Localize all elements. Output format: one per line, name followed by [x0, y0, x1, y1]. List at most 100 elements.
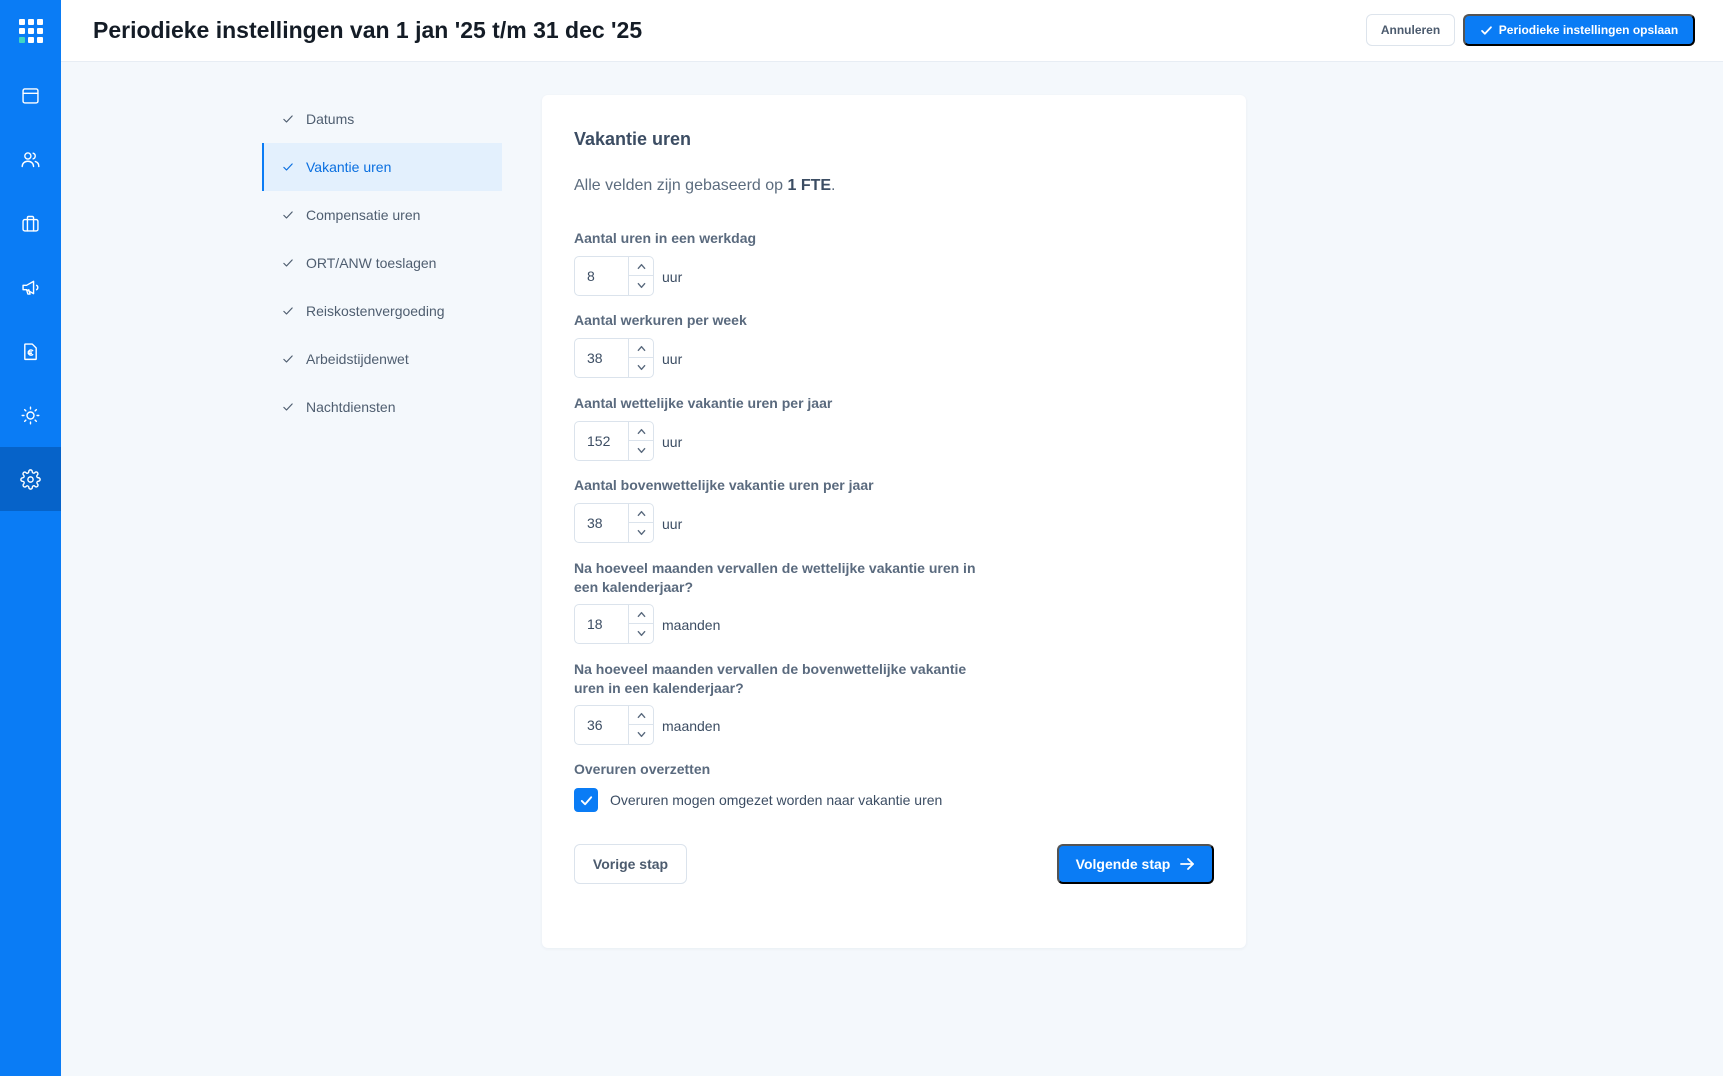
field-label-overuren: Overuren overzetten — [574, 761, 711, 777]
field-label-bovenwettelijke-vakantie-uren: Aantal bovenwettelijke vakantie uren per… — [574, 477, 874, 493]
step-label: ORT/ANW toeslagen — [306, 255, 437, 271]
grid-logo-icon — [18, 18, 43, 43]
stepper-arrows — [628, 339, 653, 377]
page-header: Periodieke instellingen van 1 jan '25 t/… — [61, 0, 1723, 62]
increment-button[interactable] — [629, 422, 653, 441]
step-ort-anw-toeslagen[interactable]: ORT/ANW toeslagen — [262, 239, 502, 287]
increment-button[interactable] — [629, 339, 653, 358]
subtitle-suffix: . — [831, 177, 836, 194]
unit-label: uur — [662, 434, 683, 450]
rail-item-users[interactable] — [0, 127, 61, 191]
calendar-icon — [22, 87, 39, 104]
chevron-down-icon — [637, 731, 645, 738]
step-compensatie-uren[interactable]: Compensatie uren — [262, 191, 502, 239]
chevron-down-icon — [637, 364, 645, 371]
sun-icon — [21, 405, 40, 425]
increment-button[interactable] — [629, 706, 653, 725]
step-label: Reiskostenvergoeding — [306, 303, 445, 319]
stepper-arrows — [628, 605, 653, 643]
chevron-up-icon — [637, 345, 645, 351]
euro-document-icon — [24, 342, 37, 360]
gear-icon — [20, 468, 41, 490]
chevron-up-icon — [637, 428, 645, 434]
save-settings-button[interactable]: Periodieke instellingen opslaan — [1463, 14, 1695, 46]
unit-label: maanden — [662, 617, 721, 633]
save-settings-label: Periodieke instellingen opslaan — [1498, 23, 1679, 37]
left-rail — [0, 0, 61, 1076]
rail-item-briefcase[interactable] — [0, 191, 61, 255]
step-vakantie-uren[interactable]: Vakantie uren — [262, 143, 502, 191]
field-label-werkuren-week: Aantal werkuren per week — [574, 312, 747, 328]
decrement-button[interactable] — [629, 358, 653, 377]
stepper-value: 18 — [587, 616, 603, 632]
rail-item-announcements[interactable] — [0, 255, 61, 319]
increment-button[interactable] — [629, 257, 653, 276]
unit-label: uur — [662, 269, 683, 285]
field-label-wettelijke-vervaltermijn: Na hoeveel maanden vervallen de wettelij… — [574, 560, 976, 595]
decrement-button[interactable] — [629, 725, 653, 744]
unit-label: uur — [662, 516, 683, 532]
step-datums[interactable]: Datums — [262, 95, 502, 143]
chevron-up-icon — [637, 263, 645, 269]
rail-item-settings[interactable] — [0, 447, 61, 511]
werkuren-week-stepper[interactable]: 38 — [574, 338, 654, 378]
stepper-arrows — [628, 504, 653, 542]
check-icon — [283, 355, 293, 363]
step-arbeidstijdenwet[interactable]: Arbeidstijdenwet — [262, 335, 502, 383]
vakantie-uren-card: Vakantie uren Alle velden zijn gebaseerd… — [542, 95, 1246, 948]
stepper-arrows — [628, 422, 653, 460]
check-icon — [283, 163, 293, 171]
subtitle-fte: 1 FTE — [787, 177, 832, 194]
chevron-up-icon — [637, 712, 645, 718]
step-nachtdiensten[interactable]: Nachtdiensten — [262, 383, 502, 431]
chevron-down-icon — [637, 529, 645, 536]
overuren-checkbox[interactable] — [574, 788, 598, 812]
stepper-value: 38 — [587, 515, 603, 531]
stepper-arrows — [628, 257, 653, 295]
decrement-button[interactable] — [629, 523, 653, 542]
check-icon — [580, 795, 592, 805]
increment-button[interactable] — [629, 605, 653, 624]
cancel-button[interactable]: Annuleren — [1366, 14, 1455, 46]
stepper-value: 36 — [587, 717, 603, 733]
wettelijke-vakantie-uren-stepper[interactable]: 152 — [574, 421, 654, 461]
decrement-button[interactable] — [629, 441, 653, 460]
check-icon — [283, 259, 293, 267]
overuren-checkbox-label[interactable]: Overuren mogen omgezet worden naar vakan… — [610, 792, 942, 808]
previous-step-button[interactable]: Vorige stap — [574, 844, 687, 884]
decrement-button[interactable] — [629, 276, 653, 295]
stepper-arrows — [628, 706, 653, 744]
chevron-up-icon — [637, 510, 645, 516]
check-icon — [283, 307, 293, 315]
uren-werkdag-stepper[interactable]: 8 — [574, 256, 654, 296]
rail-item-theme[interactable] — [0, 383, 61, 447]
field-label-wettelijke-vakantie-uren: Aantal wettelijke vakantie uren per jaar — [574, 395, 833, 411]
chevron-up-icon — [637, 611, 645, 617]
card-subtitle: Alle velden zijn gebaseerd op 1 FTE. — [574, 177, 836, 195]
briefcase-icon — [22, 215, 39, 232]
increment-button[interactable] — [629, 504, 653, 523]
unit-label: maanden — [662, 718, 721, 734]
subtitle-prefix: Alle velden zijn gebaseerd op — [574, 177, 788, 194]
app-logo[interactable] — [0, 0, 61, 61]
stepper-value: 152 — [587, 433, 611, 449]
wettelijke-vervaltermijn-stepper[interactable]: 18 — [574, 604, 654, 644]
step-label: Arbeidstijdenwet — [306, 351, 409, 367]
chevron-down-icon — [637, 282, 645, 289]
check-icon — [283, 115, 293, 123]
step-reiskostenvergoeding[interactable]: Reiskostenvergoeding — [262, 287, 502, 335]
page-title: Periodieke instellingen van 1 jan '25 t/… — [93, 17, 643, 43]
next-step-button[interactable]: Volgende stap — [1057, 844, 1214, 884]
check-icon — [1480, 25, 1492, 35]
rail-item-calendar[interactable] — [0, 63, 61, 127]
stepper-value: 8 — [587, 268, 595, 284]
bovenwettelijke-vervaltermijn-stepper[interactable]: 36 — [574, 705, 654, 745]
bovenwettelijke-vakantie-uren-stepper[interactable]: 38 — [574, 503, 654, 543]
step-label: Compensatie uren — [306, 207, 421, 223]
rail-item-finance[interactable] — [0, 319, 61, 383]
check-icon — [283, 403, 293, 411]
decrement-button[interactable] — [629, 624, 653, 643]
users-icon — [21, 151, 40, 167]
check-icon — [283, 211, 293, 219]
next-step-label: Volgende stap — [1075, 856, 1171, 872]
